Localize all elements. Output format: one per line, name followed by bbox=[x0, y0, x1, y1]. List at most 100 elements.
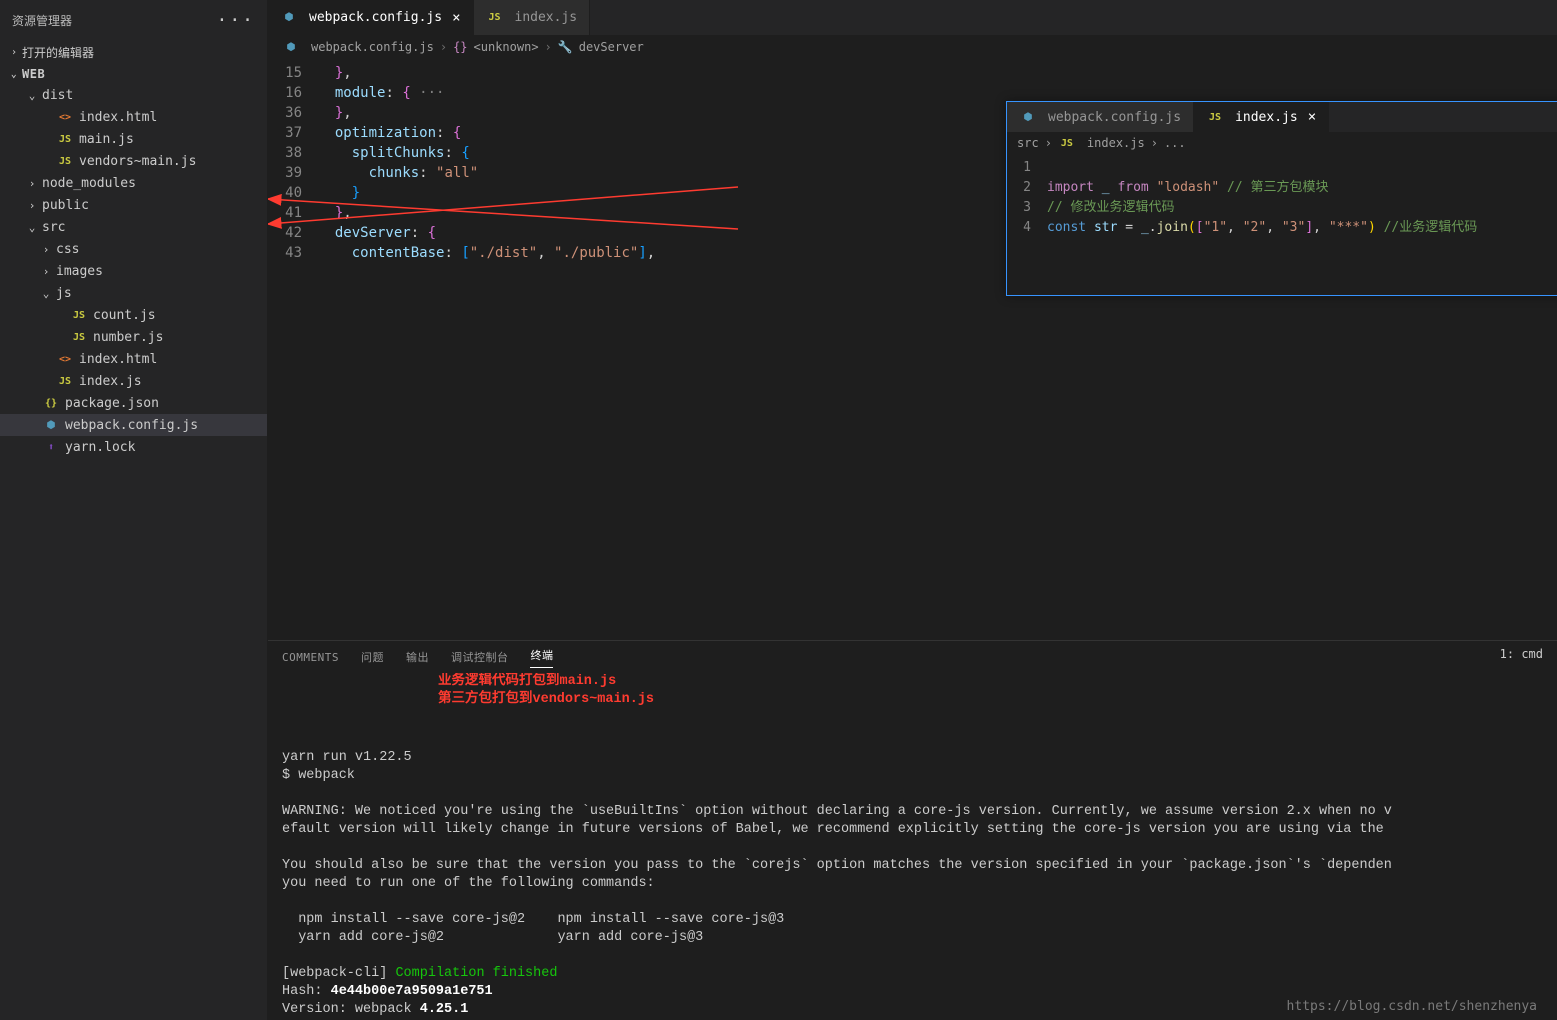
chevron-icon: › bbox=[22, 177, 42, 190]
terminal-selector[interactable]: 1: cmd bbox=[1500, 647, 1543, 661]
explorer-sidebar: 资源管理器 ··· › 打开的编辑器 ⌄ WEB ⌄dist<>index.ht… bbox=[0, 0, 268, 1020]
panel: COMMENTS 问题 输出 调试控制台 终端 1: cmd 业务逻辑代码打包到main… bbox=[268, 640, 1557, 1020]
cube-icon: ⬢ bbox=[1019, 112, 1037, 123]
folder-public[interactable]: ›public bbox=[0, 194, 267, 216]
inset-breadcrumb[interactable]: src › JS index.js › ... bbox=[1007, 132, 1557, 154]
folder-js[interactable]: ⌄js bbox=[0, 282, 267, 304]
file-tree: ⌄dist<>index.htmlJSmain.jsJSvendors~main… bbox=[0, 84, 267, 458]
chevron-right-icon: › bbox=[545, 40, 552, 54]
editor-left[interactable]: 15 },16 module: { ···36 },37 optimizatio… bbox=[268, 59, 998, 640]
js-icon: JS bbox=[56, 134, 74, 145]
panel-tab-调试控制台[interactable]: 调试控制台 bbox=[451, 649, 509, 665]
breadcrumb[interactable]: ⬢ webpack.config.js › {} <unknown> › 🔧 d… bbox=[268, 35, 1557, 59]
editor-area: 15 },16 module: { ···36 },37 optimizatio… bbox=[268, 59, 1557, 640]
code-line[interactable]: 38 splitChunks: { bbox=[268, 143, 998, 163]
terminal-line bbox=[282, 785, 1543, 803]
code-line[interactable]: 16 module: { ··· bbox=[268, 83, 998, 103]
folder-src[interactable]: ⌄src bbox=[0, 216, 267, 238]
main-area: ⬢webpack.config.js×JSindex.js ⬢ webpack.… bbox=[268, 0, 1557, 1020]
terminal-line: you need to run one of the following com… bbox=[282, 875, 1543, 893]
annotation-text-2: 第三方包打包到vendors~main.js bbox=[438, 691, 654, 709]
code-line[interactable]: 37 optimization: { bbox=[268, 123, 998, 143]
explorer-title: 资源管理器 bbox=[12, 12, 72, 29]
panel-tab-问题[interactable]: 问题 bbox=[361, 649, 384, 665]
code-line[interactable]: 43 contentBase: ["./dist", "./public"], bbox=[268, 243, 998, 263]
folder-images[interactable]: ›images bbox=[0, 260, 267, 282]
js-icon: JS bbox=[56, 156, 74, 167]
folder-dist[interactable]: ⌄dist bbox=[0, 84, 267, 106]
chevron-icon: ⌄ bbox=[22, 89, 42, 102]
code-line[interactable]: 42 devServer: { bbox=[268, 223, 998, 243]
inset-editor: ⬢webpack.config.jsJSindex.js× src › JS i… bbox=[1006, 101, 1557, 296]
code-line[interactable]: 1 bbox=[1007, 158, 1557, 178]
code-line[interactable]: 36 }, bbox=[268, 103, 998, 123]
js-icon: JS bbox=[56, 376, 74, 387]
terminal[interactable]: 业务逻辑代码打包到main.js 第三方包打包到vendors~main.js … bbox=[268, 673, 1557, 1020]
js-icon: JS bbox=[1058, 138, 1076, 149]
folder-node_modules[interactable]: ›node_modules bbox=[0, 172, 267, 194]
terminal-line: yarn run v1.22.5 bbox=[282, 749, 1543, 767]
tab-webpack.config.js[interactable]: ⬢webpack.config.js bbox=[1007, 102, 1194, 132]
lock-icon: ⬆ bbox=[42, 442, 60, 453]
sidebar-header: 资源管理器 ··· bbox=[0, 0, 267, 41]
code-line[interactable]: 15 }, bbox=[268, 63, 998, 83]
js-icon: JS bbox=[1206, 112, 1224, 123]
terminal-line: [webpack-cli] Compilation finished bbox=[282, 965, 1543, 983]
tab-webpack.config.js[interactable]: ⬢webpack.config.js× bbox=[268, 0, 474, 35]
file-count.js[interactable]: JScount.js bbox=[0, 304, 267, 326]
wrench-icon: 🔧 bbox=[558, 40, 573, 54]
file-index.html[interactable]: <>index.html bbox=[0, 106, 267, 128]
more-icon[interactable]: ··· bbox=[216, 10, 255, 31]
tab-index.js[interactable]: JSindex.js bbox=[474, 0, 591, 35]
watermark: https://blog.csdn.net/shenzhenya bbox=[1287, 999, 1537, 1014]
code-line[interactable]: 2import _ from "lodash" // 第三方包模块 bbox=[1007, 178, 1557, 198]
chevron-icon: › bbox=[36, 243, 56, 256]
chevron-right-icon: › bbox=[6, 47, 22, 58]
code-line[interactable]: 3// 修改业务逻辑代码 bbox=[1007, 198, 1557, 218]
chevron-icon: › bbox=[22, 199, 42, 212]
file-main.js[interactable]: JSmain.js bbox=[0, 128, 267, 150]
file-vendors~main.js[interactable]: JSvendors~main.js bbox=[0, 150, 267, 172]
terminal-line bbox=[282, 893, 1543, 911]
terminal-line: efault version will likely change in fut… bbox=[282, 821, 1543, 839]
cube-icon: ⬢ bbox=[42, 420, 60, 431]
panel-tab-输出[interactable]: 输出 bbox=[406, 649, 429, 665]
js-icon: JS bbox=[70, 310, 88, 321]
terminal-line: You should also be sure that the version… bbox=[282, 857, 1543, 875]
panel-tabs: COMMENTS 问题 输出 调试控制台 终端 1: cmd bbox=[268, 641, 1557, 673]
project-section[interactable]: ⌄ WEB bbox=[0, 64, 267, 84]
file-number.js[interactable]: JSnumber.js bbox=[0, 326, 267, 348]
code-line[interactable]: 4const str = _.join(["1", "2", "3"], "**… bbox=[1007, 218, 1557, 238]
html-icon: <> bbox=[56, 112, 74, 123]
panel-tab-终端[interactable]: 终端 bbox=[530, 647, 553, 668]
js-icon: JS bbox=[486, 12, 504, 23]
file-yarn.lock[interactable]: ⬆yarn.lock bbox=[0, 436, 267, 458]
folder-css[interactable]: ›css bbox=[0, 238, 267, 260]
close-icon[interactable]: × bbox=[1308, 109, 1316, 125]
chevron-right-icon: › bbox=[440, 40, 447, 54]
file-package.json[interactable]: {}package.json bbox=[0, 392, 267, 414]
annotation-text-1: 业务逻辑代码打包到main.js bbox=[438, 673, 616, 691]
tab-index.js[interactable]: JSindex.js× bbox=[1194, 102, 1329, 132]
code-line[interactable]: 41 }, bbox=[268, 203, 998, 223]
chevron-icon: › bbox=[36, 265, 56, 278]
chevron-right-icon: › bbox=[1151, 136, 1158, 150]
chevron-right-icon: › bbox=[1045, 136, 1052, 150]
code-line[interactable]: 39 chunks: "all" bbox=[268, 163, 998, 183]
editor-tabs: ⬢webpack.config.js×JSindex.js bbox=[268, 0, 1557, 35]
json-icon: {} bbox=[42, 398, 60, 409]
terminal-line: $ webpack bbox=[282, 767, 1543, 785]
open-editors-section[interactable]: › 打开的编辑器 bbox=[0, 41, 267, 64]
js-icon: JS bbox=[70, 332, 88, 343]
close-icon[interactable]: × bbox=[452, 10, 460, 26]
code-line[interactable]: 40 } bbox=[268, 183, 998, 203]
terminal-line: yarn add core-js@2 yarn add core-js@3 bbox=[282, 929, 1543, 947]
chevron-icon: ⌄ bbox=[36, 287, 56, 300]
terminal-line: WARNING: We noticed you're using the `us… bbox=[282, 803, 1543, 821]
file-index.js[interactable]: JSindex.js bbox=[0, 370, 267, 392]
file-webpack.config.js[interactable]: ⬢webpack.config.js bbox=[0, 414, 267, 436]
file-index.html[interactable]: <>index.html bbox=[0, 348, 267, 370]
inset-tabs: ⬢webpack.config.jsJSindex.js× bbox=[1007, 102, 1557, 132]
chevron-icon: ⌄ bbox=[22, 221, 42, 234]
panel-tab-COMMENTS[interactable]: COMMENTS bbox=[282, 651, 339, 664]
